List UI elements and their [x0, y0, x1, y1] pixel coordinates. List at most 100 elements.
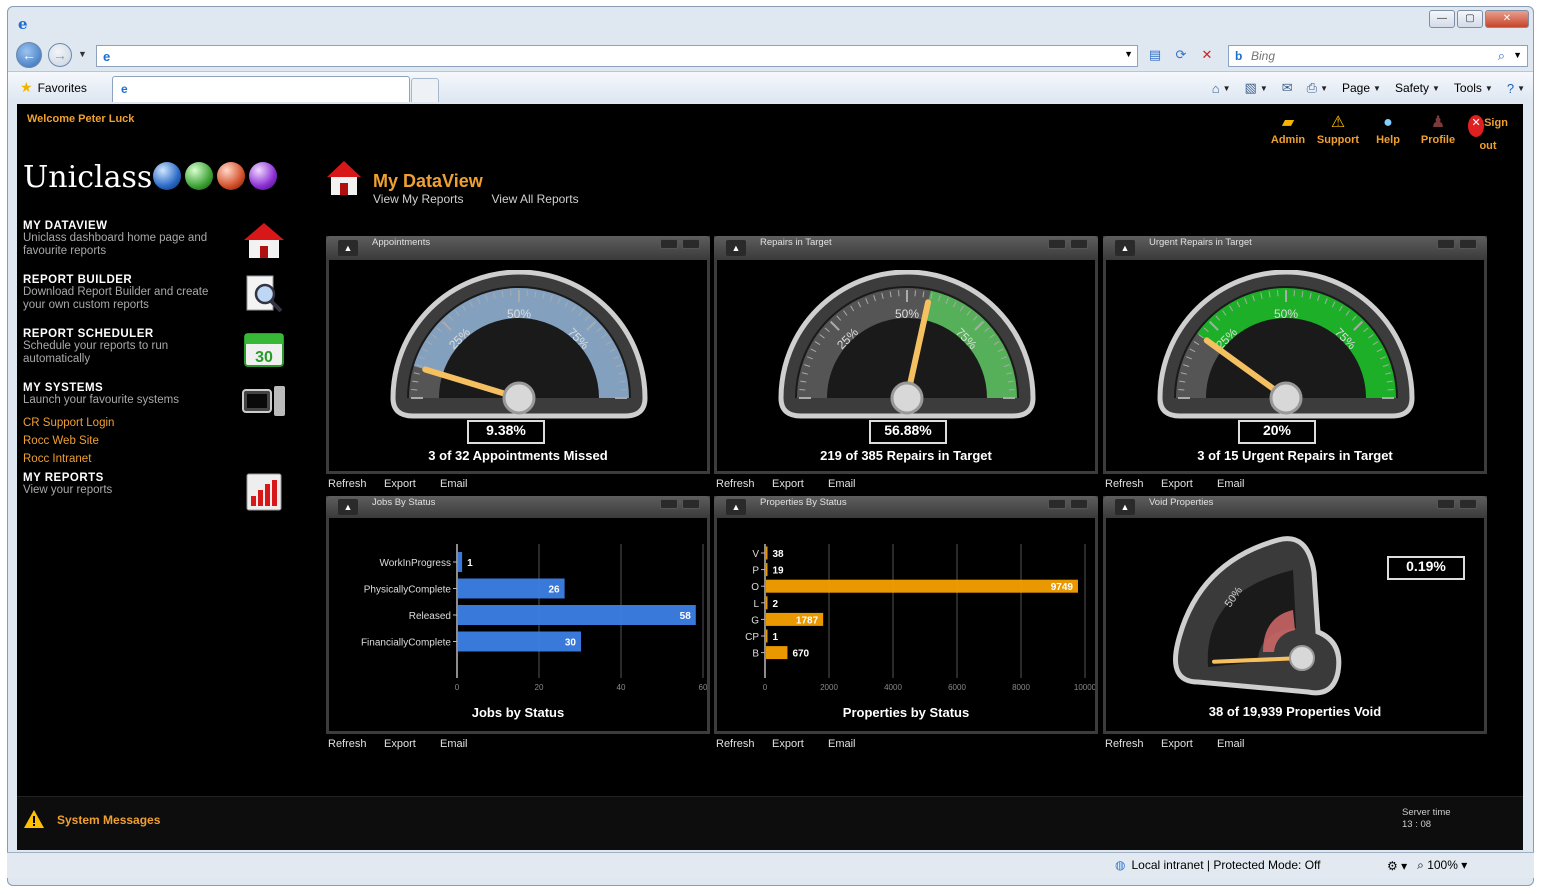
- close-widget-button[interactable]: [1070, 239, 1088, 249]
- export-link[interactable]: Export: [1161, 478, 1217, 490]
- menu-report-builder[interactable]: REPORT BUILDER Download Report Builder a…: [23, 274, 293, 328]
- close-widget-button[interactable]: [1070, 499, 1088, 509]
- x-tick-label: 0: [455, 683, 460, 692]
- email-link[interactable]: Email: [440, 478, 468, 490]
- safety-menu[interactable]: Safety ▼: [1395, 81, 1440, 95]
- home-button[interactable]: ⌂ ▼: [1212, 81, 1231, 96]
- view-my-reports-link[interactable]: View My Reports: [373, 192, 463, 206]
- restore-button[interactable]: [1437, 499, 1455, 509]
- category-label: L: [753, 599, 759, 610]
- help-link[interactable]: ● Help: [1363, 112, 1413, 152]
- admin-link[interactable]: ▰ Admin: [1263, 112, 1313, 152]
- collapse-button[interactable]: ▲: [338, 499, 358, 515]
- widget-caption: 3 of 15 Urgent Repairs in Target: [1197, 448, 1393, 463]
- rocc-intranet-link[interactable]: Rocc Intranet: [23, 450, 293, 468]
- sign-out-link[interactable]: ✕ Sign out: [1463, 112, 1513, 152]
- security-zone[interactable]: ◍ Local intranet | Protected Mode: Off: [1115, 858, 1320, 872]
- tools-menu[interactable]: Tools ▼: [1454, 81, 1493, 95]
- rss-icon: ▧: [1244, 80, 1257, 95]
- tab-page-icon: e: [121, 82, 128, 96]
- email-link[interactable]: Email: [828, 478, 856, 490]
- collapse-button[interactable]: ▲: [338, 240, 358, 256]
- restore-button[interactable]: [1048, 239, 1066, 249]
- back-button[interactable]: ←: [16, 42, 42, 68]
- print-button[interactable]: ⎙ ▼: [1307, 80, 1328, 96]
- refresh-link[interactable]: Refresh: [328, 478, 384, 490]
- export-link[interactable]: Export: [772, 478, 828, 490]
- computer-icon: [242, 386, 285, 416]
- window-controls: — ▢ ✕: [1429, 10, 1529, 28]
- stop-icon[interactable]: ✕: [1198, 47, 1216, 63]
- menu-my-reports[interactable]: MY REPORTS View your reports: [23, 472, 293, 526]
- support-link[interactable]: ⚠ Support: [1313, 112, 1363, 152]
- read-mail-button[interactable]: ✉: [1282, 80, 1293, 96]
- email-link[interactable]: Email: [440, 738, 468, 750]
- email-link[interactable]: Email: [828, 738, 856, 750]
- search-icon[interactable]: ⌕: [1498, 48, 1505, 64]
- restore-button[interactable]: [1048, 499, 1066, 509]
- menu-my-dataview[interactable]: MY DATAVIEW Uniclass dashboard home page…: [23, 220, 293, 274]
- favorites-button[interactable]: ★ Favorites: [20, 79, 87, 96]
- title-bar: e — ▢ ✕: [8, 7, 1533, 37]
- widget-header: ▲ Void Properties: [1103, 496, 1487, 518]
- collapse-button[interactable]: ▲: [1115, 240, 1135, 256]
- profile-link[interactable]: ♟ Profile: [1413, 112, 1463, 152]
- rocc-web-site-link[interactable]: Rocc Web Site: [23, 432, 293, 450]
- menu-report-scheduler[interactable]: REPORT SCHEDULER Schedule your reports t…: [23, 328, 293, 382]
- server-time-label: Server time: [1402, 807, 1451, 818]
- refresh-link[interactable]: Refresh: [716, 738, 772, 750]
- email-link[interactable]: Email: [1217, 478, 1245, 490]
- collapse-button[interactable]: ▲: [726, 499, 746, 515]
- export-link[interactable]: Export: [384, 738, 440, 750]
- view-all-reports-link[interactable]: View All Reports: [491, 192, 578, 206]
- refresh-link[interactable]: Refresh: [716, 478, 772, 490]
- help-menu[interactable]: ? ▼: [1507, 81, 1525, 96]
- recent-pages-dropdown[interactable]: ▼: [78, 49, 87, 59]
- new-tab-button[interactable]: [411, 78, 439, 102]
- refresh-link[interactable]: Refresh: [1105, 738, 1161, 750]
- restore-button[interactable]: [660, 239, 678, 249]
- search-box[interactable]: b ⌕ ▼: [1228, 45, 1528, 67]
- widget-actions: Refresh Export Email: [1105, 738, 1245, 750]
- bar: [766, 596, 768, 610]
- compatibility-view-icon[interactable]: ▤: [1146, 47, 1164, 63]
- protected-mode-icon[interactable]: ⚙ ▾: [1387, 859, 1407, 873]
- properties-bar-chart: 0 2000 4000 6000 8000 10000 V 38 P 19 O 9749 L 2 G 1787…: [745, 544, 1095, 692]
- export-link[interactable]: Export: [384, 478, 440, 490]
- close-widget-button[interactable]: [1459, 499, 1477, 509]
- email-link[interactable]: Email: [1217, 738, 1245, 750]
- menu-my-systems[interactable]: MY SYSTEMS Launch your favourite systems: [23, 382, 293, 416]
- refresh-icon[interactable]: ⟳: [1172, 47, 1190, 63]
- browser-tab[interactable]: e: [112, 76, 410, 102]
- favorites-bar: ★ Favorites e ⌂ ▼ ▧ ▼ ✉ ⎙ ▼ Page ▼ Safety ▼ T…: [8, 71, 1533, 103]
- feeds-button[interactable]: ▧ ▼: [1245, 80, 1268, 96]
- search-dropdown-icon[interactable]: ▼: [1513, 50, 1522, 60]
- refresh-link[interactable]: Refresh: [328, 738, 384, 750]
- maximize-button[interactable]: ▢: [1457, 10, 1483, 28]
- zoom-control[interactable]: ⌕ 100% ▾: [1417, 858, 1467, 873]
- system-messages-link[interactable]: System Messages: [57, 813, 160, 827]
- forward-button[interactable]: →: [48, 43, 72, 67]
- minimize-button[interactable]: —: [1429, 10, 1455, 28]
- restore-button[interactable]: [1437, 239, 1455, 249]
- x-tick-label: 20: [535, 683, 544, 692]
- close-button[interactable]: ✕: [1485, 10, 1529, 28]
- export-link[interactable]: Export: [772, 738, 828, 750]
- collapse-button[interactable]: ▲: [1115, 499, 1135, 515]
- refresh-link[interactable]: Refresh: [1105, 478, 1161, 490]
- home-icon: [244, 223, 284, 258]
- gauge-tick-label: 50%: [895, 307, 919, 321]
- zone-text: Local intranet | Protected Mode: Off: [1131, 858, 1321, 872]
- collapse-button[interactable]: ▲: [726, 240, 746, 256]
- menu-desc: Uniclass dashboard home page and favouri…: [23, 232, 208, 257]
- close-widget-button[interactable]: [1459, 239, 1477, 249]
- close-widget-button[interactable]: [682, 239, 700, 249]
- restore-button[interactable]: [660, 499, 678, 509]
- page-menu[interactable]: Page ▼: [1342, 81, 1381, 95]
- address-dropdown-icon[interactable]: ▼: [1124, 49, 1133, 59]
- close-widget-button[interactable]: [682, 499, 700, 509]
- star-icon: ★: [20, 79, 33, 95]
- export-link[interactable]: Export: [1161, 738, 1217, 750]
- address-bar[interactable]: e ▼: [96, 45, 1138, 67]
- search-input[interactable]: [1251, 48, 1491, 64]
